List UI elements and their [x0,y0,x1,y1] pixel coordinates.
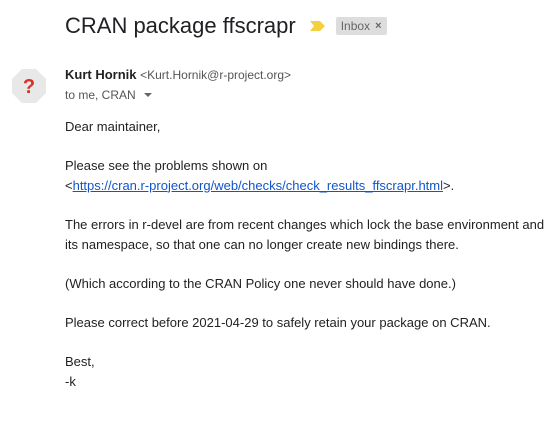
check-results-link[interactable]: https://cran.r-project.org/web/checks/ch… [73,178,443,193]
inbox-label-text: Inbox [340,19,371,33]
paragraph-problems: Please see the problems shown on <https:/… [65,156,545,195]
link-open-bracket: < [65,177,73,193]
message-body: Dear maintainer, Please see the problems… [65,117,545,411]
importance-marker-icon[interactable] [309,19,327,33]
signature-block: Best, -k [65,352,545,391]
chevron-down-icon[interactable] [143,93,152,97]
paragraph-policy: (Which according to the CRAN Policy one … [65,275,456,291]
recipient-details[interactable]: to me, CRAN [65,88,152,102]
signature: -k [65,373,76,389]
recipient-text: to me, CRAN [65,88,136,102]
avatar-unknown-icon: ? [23,76,35,98]
sender-name[interactable]: Kurt Hornik [65,67,137,82]
remove-label-icon[interactable]: × [375,18,381,34]
sender-email: <Kurt.Hornik@r-project.org> [140,68,292,82]
problems-intro: Please see the problems shown on [65,158,268,174]
link-close-bracket: >. [443,177,455,193]
sender-avatar[interactable]: ? [11,68,47,104]
inbox-label-chip: Inbox × [335,17,387,35]
paragraph-errors: The errors in r-devel are from recent ch… [65,216,545,252]
sender-line: Kurt Hornik <Kurt.Hornik@r-project.org> [65,67,291,82]
subject-row: CRAN package ffscrapr Inbox × [65,10,387,42]
paragraph-deadline: Please correct before 2021-04-29 to safe… [65,314,491,330]
greeting: Dear maintainer, [65,119,161,134]
signoff: Best, [65,354,95,370]
email-subject: CRAN package ffscrapr [65,13,296,38]
